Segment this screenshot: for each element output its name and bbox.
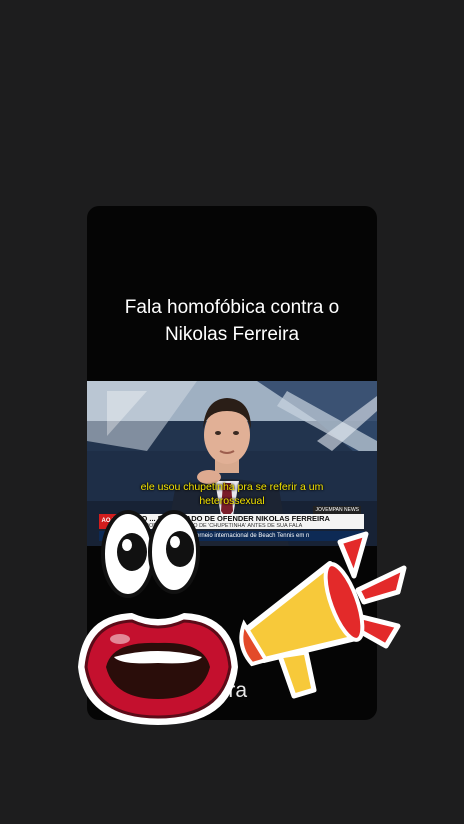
post-headline: Fala homofóbica contra o Nikolas Ferreir…	[87, 294, 377, 348]
caption-line-1: ele usou chupetinha pra se referir a um	[140, 481, 324, 493]
megaphone-icon	[239, 531, 407, 699]
headline-line-2: Nikolas Ferreira	[164, 324, 300, 345]
headline-line-1: Fala homofóbica contra o	[124, 297, 340, 318]
eyes-icon	[101, 510, 200, 598]
channel-brand: JOVEMPAN NEWS	[313, 506, 361, 514]
mouth-icon	[78, 613, 238, 725]
